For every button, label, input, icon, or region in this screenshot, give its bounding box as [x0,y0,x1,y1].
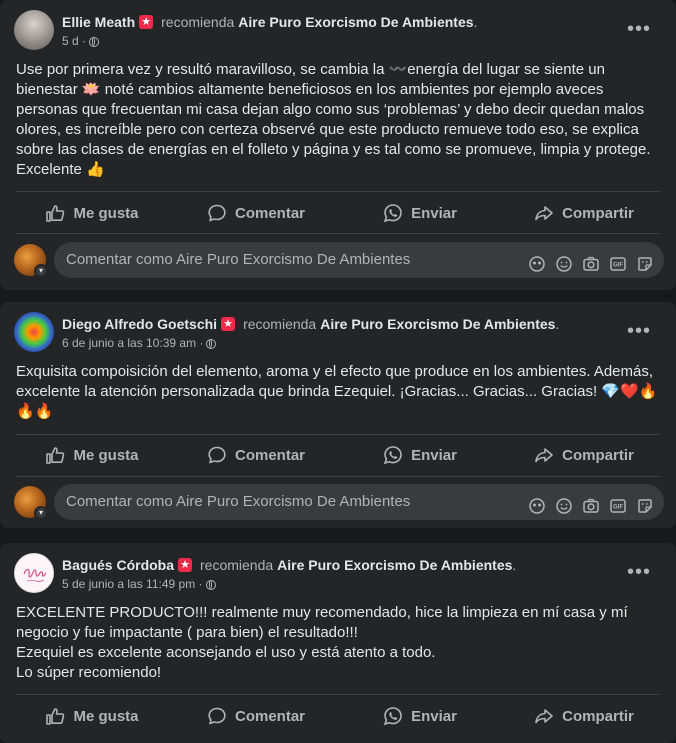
more-options-button[interactable]: ••• [624,318,654,348]
gif-icon[interactable]: GIF [609,251,627,271]
chevron-down-icon[interactable]: ▾ [34,264,48,278]
recommend-badge-icon [139,14,154,30]
whatsapp-icon [383,707,402,726]
action-bar: Me gusta Comentar Enviar Compartir [0,700,676,732]
sticker-icon[interactable] [636,493,654,513]
send-button[interactable]: Enviar [338,439,502,471]
divider [16,191,660,192]
gif-icon[interactable]: GIF [609,493,627,513]
comment-bubble-icon [208,446,226,464]
share-arrow-icon [535,709,553,724]
post-title-line: Ellie Meath recomiendaAire Puro Exorcismo… [62,14,477,30]
share-button[interactable]: Compartir [502,439,666,471]
avatar[interactable] [14,553,54,593]
comment-bubble-icon [208,204,226,222]
globe-icon [89,37,100,47]
post-meta: 5 de junio a las 11:49 pm · [62,577,216,591]
post-header: Bagués Córdoba recomiendaAire Puro Exorci… [14,553,666,597]
comment-bubble-icon [208,707,226,725]
divider [16,434,660,435]
post-time[interactable]: 5 de junio a las 11:49 pm [62,577,195,591]
comment-tools: GIF [528,251,654,272]
share-button[interactable]: Compartir [502,197,666,229]
emoji-icon[interactable] [555,251,573,272]
comment-button[interactable]: Comentar [174,700,338,732]
action-bar: Me gusta Comentar Enviar Compartir [0,197,676,229]
comment-input[interactable]: Comentar como Aire Puro Exorcismo De Amb… [54,242,664,278]
more-options-button[interactable]: ••• [624,559,654,589]
chevron-down-icon[interactable]: ▾ [34,506,48,520]
recommend-badge-icon [221,316,236,332]
post-header: Ellie Meath recomiendaAire Puro Exorcismo… [14,10,666,54]
svg-text:GIF: GIF [613,505,623,511]
share-button[interactable]: Compartir [502,700,666,732]
review-post: Diego Alfredo Goetschi recomiendaAire Pur… [0,302,676,528]
recommend-badge-icon [178,557,193,573]
recommends-text: recomienda [243,316,317,332]
avatar-sticker-icon[interactable] [528,251,546,272]
recommends-text: recomienda [161,14,235,30]
send-button[interactable]: Enviar [338,700,502,732]
avatar[interactable] [14,312,54,352]
comment-composer: ▾ Comentar como Aire Puro Exorcismo De A… [12,484,664,520]
signature-logo [23,568,47,582]
thumbs-up-icon [46,205,65,222]
whatsapp-icon [383,204,402,223]
author-name[interactable]: Ellie Meath [62,14,135,30]
whatsapp-icon [383,446,402,465]
thumbs-up-icon [46,708,65,725]
divider [16,694,660,695]
send-button[interactable]: Enviar [338,197,502,229]
like-button[interactable]: Me gusta [10,700,174,732]
share-arrow-icon [535,206,553,221]
post-header: Diego Alfredo Goetschi recomiendaAire Pur… [14,312,666,356]
page-name-link[interactable]: Aire Puro Exorcismo De Ambientes [277,557,512,573]
comment-input[interactable]: Comentar como Aire Puro Exorcismo De Amb… [54,484,664,520]
review-post: Ellie Meath recomiendaAire Puro Exorcismo… [0,0,676,290]
post-text: Use por primera vez y resultó maravillos… [16,61,651,178]
camera-icon[interactable] [582,251,600,271]
camera-icon[interactable] [582,493,600,513]
action-bar: Me gusta Comentar Enviar Compartir [0,439,676,471]
comment-button[interactable]: Comentar [174,197,338,229]
share-arrow-icon [535,448,553,463]
author-name[interactable]: Bagués Córdoba [62,557,174,573]
globe-icon [206,339,217,349]
svg-text:GIF: GIF [613,263,623,269]
post-text: EXCELENTE PRODUCTO!!! realmente muy reco… [16,604,628,681]
post-title-line: Bagués Córdoba recomiendaAire Puro Exorci… [62,557,516,573]
post-time[interactable]: 5 d [62,34,79,48]
thumbs-up-icon [46,447,65,464]
globe-icon [205,580,216,590]
emoji-icon[interactable] [555,493,573,514]
post-title-line: Diego Alfredo Goetschi recomiendaAire Pur… [62,316,559,332]
more-options-button[interactable]: ••• [624,16,654,46]
post-meta: 6 de junio a las 10:39 am · [62,336,217,350]
page-name-link[interactable]: Aire Puro Exorcismo De Ambientes [238,14,473,30]
recommends-text: recomienda [200,557,274,573]
comment-tools: GIF [528,493,654,514]
like-button[interactable]: Me gusta [10,439,174,471]
avatar[interactable] [14,10,54,50]
review-post: Bagués Córdoba recomiendaAire Puro Exorci… [0,543,676,743]
comment-composer: ▾ Comentar como Aire Puro Exorcismo De A… [12,242,664,278]
divider [16,476,660,477]
post-time[interactable]: 6 de junio a las 10:39 am [62,336,196,350]
page-name-link[interactable]: Aire Puro Exorcismo De Ambientes [320,316,555,332]
comment-button[interactable]: Comentar [174,439,338,471]
avatar-sticker-icon[interactable] [528,493,546,514]
author-name[interactable]: Diego Alfredo Goetschi [62,316,217,332]
like-button[interactable]: Me gusta [10,197,174,229]
divider [16,233,660,234]
post-text: Exquisita compoisición del elemento, aro… [16,363,658,420]
sticker-icon[interactable] [636,251,654,271]
post-meta: 5 d · [62,34,100,48]
